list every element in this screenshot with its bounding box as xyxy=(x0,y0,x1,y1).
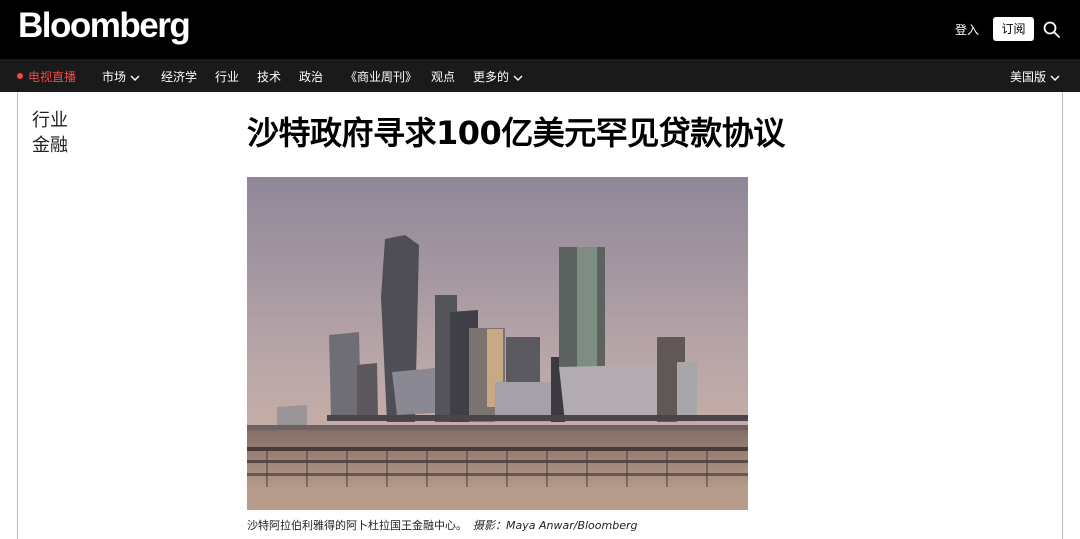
nav-live-tv[interactable]: 电视直播 xyxy=(28,68,76,85)
nav-item-label: 市场 xyxy=(102,70,127,84)
chevron-down-icon xyxy=(1050,75,1060,81)
live-indicator-icon xyxy=(17,73,23,79)
nav-item-businessweek[interactable]: 《商业周刊》 xyxy=(345,68,417,85)
nav-item-label: 更多的 xyxy=(473,70,510,84)
nav-item-economics[interactable]: 经济学 xyxy=(161,68,197,85)
nav-item-politics[interactable]: 政治 xyxy=(299,68,323,85)
search-icon[interactable] xyxy=(1043,21,1060,38)
article-tags: 行业 金融 xyxy=(32,108,68,158)
photo-credit: Maya Anwar/Bloomberg xyxy=(506,519,638,532)
article-photo xyxy=(247,177,748,510)
content-frame-left-border xyxy=(17,92,18,539)
bloomberg-logo[interactable]: Bloomberg xyxy=(18,6,191,46)
nav-item-technology[interactable]: 技术 xyxy=(257,68,281,85)
edition-selector[interactable]: 美国版 xyxy=(1010,68,1060,85)
caption-text: 沙特阿拉伯利雅得的阿卜杜拉国王金融中心。 xyxy=(247,519,467,532)
tag-finance[interactable]: 金融 xyxy=(32,133,68,158)
tag-industries[interactable]: 行业 xyxy=(32,108,68,133)
nav-item-markets[interactable]: 市场 xyxy=(102,68,140,85)
subscribe-button[interactable]: 订阅 xyxy=(993,17,1034,41)
login-link[interactable]: 登入 xyxy=(955,21,979,38)
chevron-down-icon xyxy=(513,75,523,81)
nav-item-industries[interactable]: 行业 xyxy=(215,68,239,85)
chevron-down-icon xyxy=(130,75,140,81)
nav-item-opinion[interactable]: 观点 xyxy=(431,68,455,85)
nav-item-more[interactable]: 更多的 xyxy=(473,68,523,85)
credit-label: 摄影： xyxy=(473,519,506,532)
photo-caption: 沙特阿拉伯利雅得的阿卜杜拉国王金融中心。 摄影：Maya Anwar/Bloomb… xyxy=(247,517,637,533)
content-frame-right-border xyxy=(1062,92,1063,539)
article-headline: 沙特政府寻求100亿美元罕见贷款协议 xyxy=(247,114,785,152)
edition-label: 美国版 xyxy=(1010,70,1047,84)
